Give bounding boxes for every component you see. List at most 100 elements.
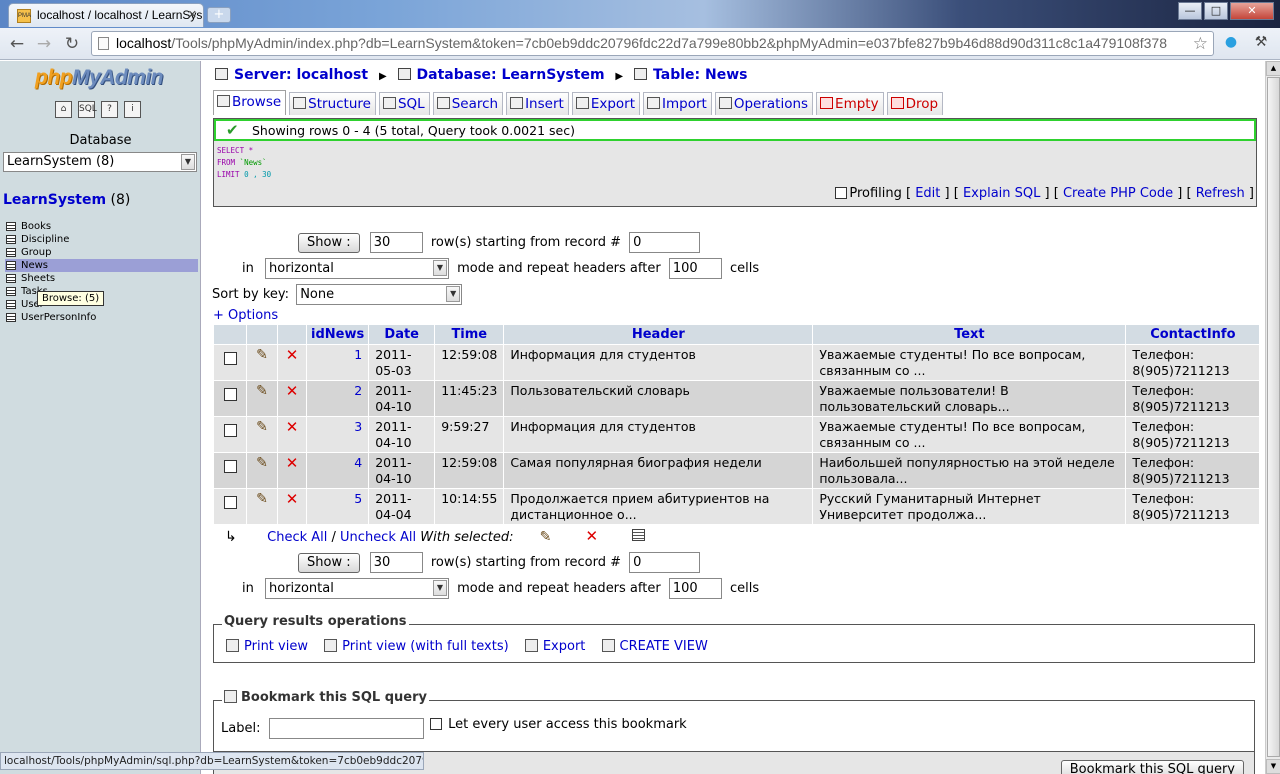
delete-x-icon[interactable]: ✕ bbox=[286, 347, 299, 363]
table-item-books[interactable]: Books bbox=[5, 220, 198, 233]
options-link[interactable]: + Options bbox=[213, 308, 278, 323]
close-window-button[interactable]: ✕ bbox=[1230, 2, 1274, 20]
repeat-headers-input[interactable]: 100 bbox=[668, 258, 722, 279]
rows-input[interactable]: 30 bbox=[369, 232, 423, 253]
breadcrumb-server[interactable]: Server: localhost bbox=[234, 67, 368, 83]
delete-x-icon[interactable]: ✕ bbox=[286, 491, 299, 507]
delete-x-icon[interactable]: ✕ bbox=[286, 383, 299, 399]
column-header-date[interactable]: Date bbox=[369, 325, 435, 344]
table-icon[interactable] bbox=[6, 287, 16, 296]
breadcrumb-table[interactable]: Table: News bbox=[653, 67, 747, 83]
address-bar[interactable]: localhost/Tools/phpMyAdmin/index.php?db=… bbox=[91, 31, 1214, 56]
column-header-idnews[interactable]: idNews bbox=[307, 325, 369, 344]
table-item-news[interactable]: News bbox=[5, 259, 198, 272]
bookmark-submit-button[interactable]: Bookmark this SQL query bbox=[1060, 760, 1244, 774]
tab-structure[interactable]: Structure bbox=[289, 92, 376, 115]
edit-pencil-icon[interactable]: ✎ bbox=[256, 455, 268, 471]
scroll-thumb[interactable] bbox=[1267, 77, 1280, 757]
print-view-link[interactable]: Print view bbox=[244, 639, 308, 654]
row-checkbox[interactable] bbox=[223, 496, 237, 509]
display-mode-select-bottom[interactable]: horizontal ▼ bbox=[265, 578, 449, 599]
tab-browse[interactable]: Browse bbox=[213, 90, 287, 115]
table-item-sheets[interactable]: Sheets bbox=[5, 272, 198, 285]
uncheck-all-link[interactable]: Uncheck All bbox=[340, 530, 416, 545]
edit-pencil-icon[interactable]: ✎ bbox=[256, 383, 268, 399]
delete-x-icon[interactable]: ✕ bbox=[286, 455, 299, 471]
options-toggle[interactable]: + Options bbox=[213, 308, 278, 323]
row-checkbox[interactable] bbox=[223, 352, 237, 365]
tab-insert[interactable]: Insert bbox=[506, 92, 569, 115]
explain-sql-link[interactable]: Explain SQL bbox=[963, 186, 1040, 201]
column-header-text[interactable]: Text bbox=[813, 325, 1126, 344]
scroll-up-icon[interactable]: ▲ bbox=[1266, 61, 1280, 76]
check-all-link[interactable]: Check All bbox=[267, 530, 327, 545]
create-view-link[interactable]: CREATE VIEW bbox=[620, 639, 708, 654]
show-button[interactable]: Show : bbox=[298, 232, 360, 253]
tab-search[interactable]: Search bbox=[432, 92, 504, 115]
table-icon[interactable] bbox=[6, 222, 16, 231]
display-mode-select[interactable]: horizontal ▼ bbox=[265, 258, 449, 279]
tab-export[interactable]: Export bbox=[571, 92, 641, 115]
docs-icon[interactable]: i bbox=[124, 101, 141, 118]
table-icon[interactable] bbox=[6, 261, 16, 270]
tab-drop[interactable]: Drop bbox=[886, 92, 944, 115]
new-tab-button[interactable]: + bbox=[207, 7, 231, 23]
table-icon[interactable] bbox=[6, 235, 16, 244]
wrench-menu-icon[interactable]: ⚒ bbox=[1252, 34, 1270, 52]
maximize-button[interactable]: □ bbox=[1204, 2, 1228, 20]
breadcrumb-database[interactable]: Database: LearnSystem bbox=[417, 67, 605, 83]
delete-x-icon[interactable]: ✕ bbox=[286, 419, 299, 435]
bookmark-star-icon[interactable]: ☆ bbox=[1193, 34, 1208, 54]
tab-empty[interactable]: Empty bbox=[816, 92, 884, 115]
rows-input-bottom[interactable]: 30 bbox=[369, 552, 423, 573]
row-checkbox[interactable] bbox=[223, 388, 237, 401]
bulk-export-icon[interactable] bbox=[632, 529, 646, 541]
edit-pencil-icon[interactable]: ✎ bbox=[256, 491, 268, 507]
sort-by-key-select[interactable]: None ▼ bbox=[296, 284, 463, 305]
tab-sql[interactable]: SQL bbox=[378, 92, 430, 115]
every-user-checkbox[interactable] bbox=[430, 718, 442, 730]
edit-pencil-icon[interactable]: ✎ bbox=[256, 419, 268, 435]
tab-import[interactable]: Import bbox=[643, 92, 712, 115]
table-icon[interactable] bbox=[6, 274, 16, 283]
row-checkbox[interactable] bbox=[223, 460, 237, 473]
refresh-link[interactable]: Refresh bbox=[1196, 186, 1245, 201]
row-checkbox[interactable] bbox=[223, 424, 237, 437]
scroll-down-icon[interactable]: ▼ bbox=[1266, 759, 1280, 774]
main-scrollbar[interactable]: ▲ ▼ bbox=[1265, 61, 1280, 774]
start-record-input-bottom[interactable]: 0 bbox=[629, 552, 701, 573]
edit-link[interactable]: Edit bbox=[915, 186, 940, 201]
export-link[interactable]: Export bbox=[543, 639, 586, 654]
create-php-code-link[interactable]: Create PHP Code bbox=[1063, 186, 1173, 201]
help-icon[interactable]: ? bbox=[101, 101, 118, 118]
table-item-group[interactable]: Group bbox=[5, 246, 198, 259]
phpmyadmin-logo[interactable]: phpMyAdmin bbox=[35, 66, 163, 90]
browser-tab[interactable]: PMA localhost / localhost / LearnSys ✕ bbox=[8, 3, 204, 27]
database-select[interactable]: LearnSystem (8) ▼ bbox=[3, 152, 197, 172]
table-icon[interactable] bbox=[6, 300, 16, 309]
bookmark-label-input[interactable] bbox=[268, 718, 424, 739]
bulk-edit-pencil-icon[interactable]: ✎ bbox=[540, 529, 552, 545]
column-header-time[interactable]: Time bbox=[435, 325, 504, 344]
table-item-discipline[interactable]: Discipline bbox=[5, 233, 198, 246]
database-link[interactable]: LearnSystem bbox=[3, 192, 106, 208]
tab-close-icon[interactable]: ✕ bbox=[188, 8, 197, 21]
back-button[interactable]: ← bbox=[6, 34, 28, 54]
table-icon[interactable] bbox=[6, 313, 16, 322]
repeat-headers-input-bottom[interactable]: 100 bbox=[668, 578, 722, 599]
reload-button[interactable]: ↻ bbox=[61, 34, 83, 54]
show-button-bottom[interactable]: Show : bbox=[298, 552, 360, 573]
forward-button[interactable]: → bbox=[33, 34, 55, 54]
column-header-header[interactable]: Header bbox=[504, 325, 813, 344]
sql-icon[interactable]: SQL bbox=[78, 101, 97, 118]
table-icon[interactable] bbox=[6, 248, 16, 257]
table-item-userpersoninfo[interactable]: UserPersonInfo bbox=[5, 311, 198, 324]
start-record-input[interactable]: 0 bbox=[629, 232, 701, 253]
minimize-button[interactable]: — bbox=[1178, 2, 1202, 20]
skype-extension-icon[interactable]: ● bbox=[1222, 34, 1240, 52]
bulk-delete-x-icon[interactable]: ✕ bbox=[585, 527, 598, 545]
column-header-contactinfo[interactable]: ContactInfo bbox=[1126, 325, 1260, 344]
print-view-full-link[interactable]: Print view (with full texts) bbox=[342, 639, 509, 654]
edit-pencil-icon[interactable]: ✎ bbox=[256, 347, 268, 363]
home-icon[interactable]: ⌂ bbox=[55, 101, 72, 118]
